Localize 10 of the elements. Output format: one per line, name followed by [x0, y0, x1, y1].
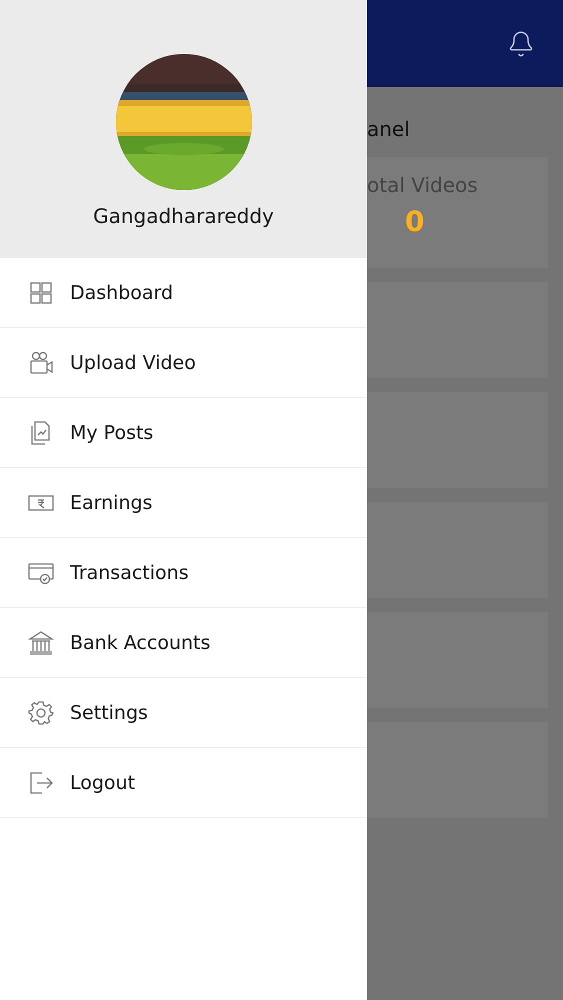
- video-camera-icon: [28, 350, 54, 376]
- notification-bell-icon[interactable]: [507, 30, 535, 58]
- stat-value: 0: [405, 205, 424, 238]
- grid-icon: [28, 280, 54, 306]
- settings-icon: [28, 700, 54, 726]
- logout-icon: [28, 770, 54, 796]
- section-title: anel: [367, 117, 411, 141]
- user-name: Gangadharareddy: [93, 204, 274, 228]
- stat-title: otal Videos: [367, 173, 478, 197]
- bank-icon: [28, 630, 54, 656]
